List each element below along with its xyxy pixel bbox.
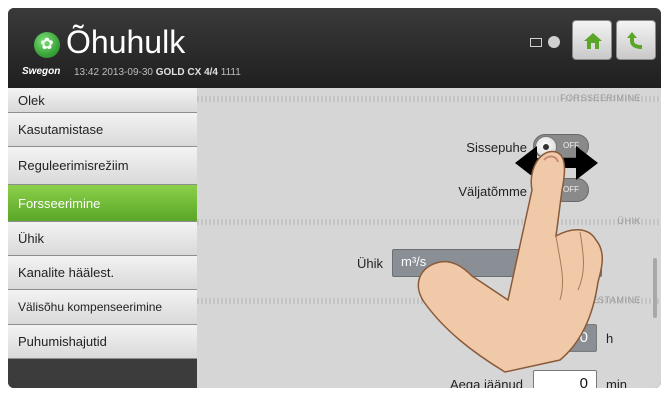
- unit-label: Ühik: [356, 256, 383, 271]
- status-time: 13:42: [74, 67, 100, 78]
- status-fraction: 4/4: [204, 67, 218, 78]
- home-icon: [584, 33, 602, 49]
- exhaust-toggle[interactable]: OFF: [533, 178, 589, 202]
- header-status-icons: [530, 34, 563, 49]
- remaining-label: Aega jäänud: [449, 377, 523, 388]
- unit-selector[interactable]: m³/s: [392, 249, 602, 277]
- minutes-field[interactable]: 0: [533, 370, 597, 388]
- home-button[interactable]: [572, 20, 612, 60]
- toggle-knob: [535, 180, 557, 202]
- user-icon: [548, 36, 561, 48]
- supply-toggle[interactable]: OFF: [533, 134, 589, 158]
- sidebar-item-control-mode[interactable]: Reguleerimisrežiim: [8, 147, 197, 185]
- toggle-knob: [535, 136, 557, 158]
- network-icon: [530, 38, 542, 47]
- section-title-forced: FORSSEERIMINE: [559, 93, 641, 103]
- page-title: Õhuhulk: [66, 24, 186, 60]
- section-title-unit: ÜHIK: [617, 216, 641, 226]
- exhaust-label: Väljatõmme: [458, 184, 527, 199]
- sidebar-item-diffusers[interactable]: Puhumishajutid: [8, 325, 197, 359]
- sidebar-item-unit[interactable]: Ühik: [8, 222, 197, 256]
- sidebar-item-duct-tuning[interactable]: Kanalite häälest.: [8, 256, 197, 290]
- scrollbar[interactable]: [653, 258, 657, 318]
- brand-logo: Swegon: [22, 66, 61, 77]
- section-divider: [197, 219, 661, 225]
- supply-label: Sissepuhe: [466, 140, 527, 155]
- unit-option[interactable]: m³/s: [401, 254, 426, 269]
- status-date: 2013-09-30: [101, 67, 153, 78]
- back-arrow-icon: [627, 32, 643, 49]
- toggle-state: OFF: [563, 141, 579, 150]
- back-button[interactable]: [616, 20, 656, 60]
- section-title-tuning: ESTAMINE: [591, 295, 641, 305]
- minutes-unit: min: [606, 377, 627, 388]
- sidebar-item-forced[interactable]: Forsseerimine: [8, 185, 197, 222]
- status-model: GOLD CX: [155, 67, 202, 78]
- fan-logo-icon: ✿: [34, 32, 60, 58]
- sidebar-item-status[interactable]: Olek: [8, 88, 197, 113]
- toggle-state: OFF: [563, 185, 579, 194]
- main-panel: FORSSEERIMINE Sissepuhe OFF Väljatõmme O…: [197, 88, 661, 388]
- unit-option-selected[interactable]: [569, 253, 591, 273]
- device-screen: ✿ Õhuhulk Swegon 13:42 2013-09-30 GOLD C…: [8, 8, 661, 388]
- status-line: 13:42 2013-09-30 GOLD CX 4/4 1111: [74, 67, 241, 78]
- hours-field[interactable]: 0: [533, 324, 597, 352]
- sidebar: Olek Kasutamistase Reguleerimisrežiim Fo…: [8, 88, 197, 388]
- hours-unit: h: [606, 331, 614, 346]
- sidebar-item-outdoor-compensation[interactable]: Välisõhu kompenseerimine: [8, 290, 197, 325]
- status-code: 1111: [220, 67, 241, 78]
- sidebar-item-user-level[interactable]: Kasutamistase: [8, 113, 197, 147]
- header: ✿ Õhuhulk Swegon 13:42 2013-09-30 GOLD C…: [8, 8, 661, 88]
